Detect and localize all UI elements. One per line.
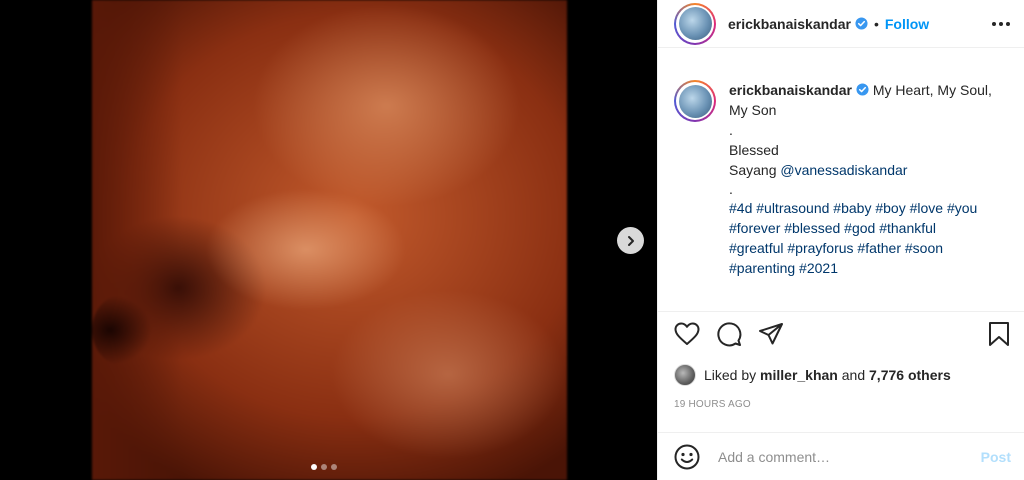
caption-line: My Son — [729, 102, 777, 118]
save-button[interactable] — [987, 321, 1011, 347]
caption-line: . — [729, 181, 733, 197]
avatar[interactable] — [674, 2, 716, 45]
author-username[interactable]: erickbanaiskandar — [728, 16, 851, 32]
avatar[interactable] — [674, 80, 716, 122]
caption-line: My Heart, My Soul, — [872, 82, 992, 98]
hashtags-line[interactable]: #forever #blessed #god #thankful — [729, 218, 1011, 238]
share-icon — [759, 322, 783, 344]
mention-link[interactable]: @vanessadiskandar — [780, 162, 907, 178]
hashtags-line[interactable]: #parenting #2021 — [729, 258, 1011, 278]
comment-icon — [717, 321, 742, 346]
hashtags-line[interactable]: #greatful #prayforus #father #soon — [729, 238, 1011, 258]
caption-line: Blessed — [729, 142, 779, 158]
post-media — [0, 0, 657, 480]
smiley-icon — [674, 444, 700, 469]
heart-icon — [674, 322, 700, 345]
emoji-button[interactable] — [674, 444, 700, 470]
follow-button[interactable]: Follow — [885, 16, 929, 32]
comment-button[interactable] — [716, 321, 742, 347]
separator-dot: • — [873, 15, 879, 32]
post-side-panel: erickbanaiskandar • Follow erickbanaiska… — [657, 0, 1024, 480]
comment-input[interactable] — [718, 448, 981, 465]
chevron-right-icon — [627, 235, 634, 246]
post-comment-button[interactable]: Post — [981, 449, 1011, 465]
carousel-next-button[interactable] — [617, 227, 644, 254]
post-timestamp[interactable]: 19 HOURS AGO — [674, 399, 751, 410]
bookmark-icon — [989, 321, 1009, 346]
caption-line: Sayang — [729, 162, 781, 178]
verified-badge-icon — [856, 83, 869, 96]
share-button[interactable] — [758, 322, 784, 346]
carousel-dot — [321, 464, 327, 470]
more-options-icon[interactable] — [992, 21, 1010, 26]
ultrasound-image — [92, 0, 567, 480]
caption-text: erickbanaiskandar My Heart, My Soul, My … — [729, 80, 1011, 278]
caption-username[interactable]: erickbanaiskandar — [729, 82, 852, 98]
hashtags-line[interactable]: #4d #ultrasound #baby #boy #love #you — [729, 198, 1011, 218]
like-button[interactable] — [674, 322, 700, 346]
caption-area: erickbanaiskandar My Heart, My Soul, My … — [658, 60, 1024, 310]
action-bar — [658, 311, 1024, 355]
likes-prefix: Liked by — [704, 367, 757, 383]
liker-username[interactable]: miller_khan — [760, 367, 838, 383]
carousel-dots — [311, 464, 337, 470]
likes-summary: Liked by miller_khan and 7,776 others — [674, 364, 951, 386]
likes-count-link[interactable]: 7,776 others — [869, 367, 951, 383]
comment-bar: Post — [658, 432, 1024, 480]
verified-badge-icon — [855, 17, 868, 30]
post-header: erickbanaiskandar • Follow — [658, 0, 1024, 48]
carousel-dot — [311, 464, 317, 470]
liker-avatar[interactable] — [674, 364, 696, 386]
carousel-dot — [331, 464, 337, 470]
likes-middle: and — [841, 367, 866, 383]
caption-line: . — [729, 122, 733, 138]
